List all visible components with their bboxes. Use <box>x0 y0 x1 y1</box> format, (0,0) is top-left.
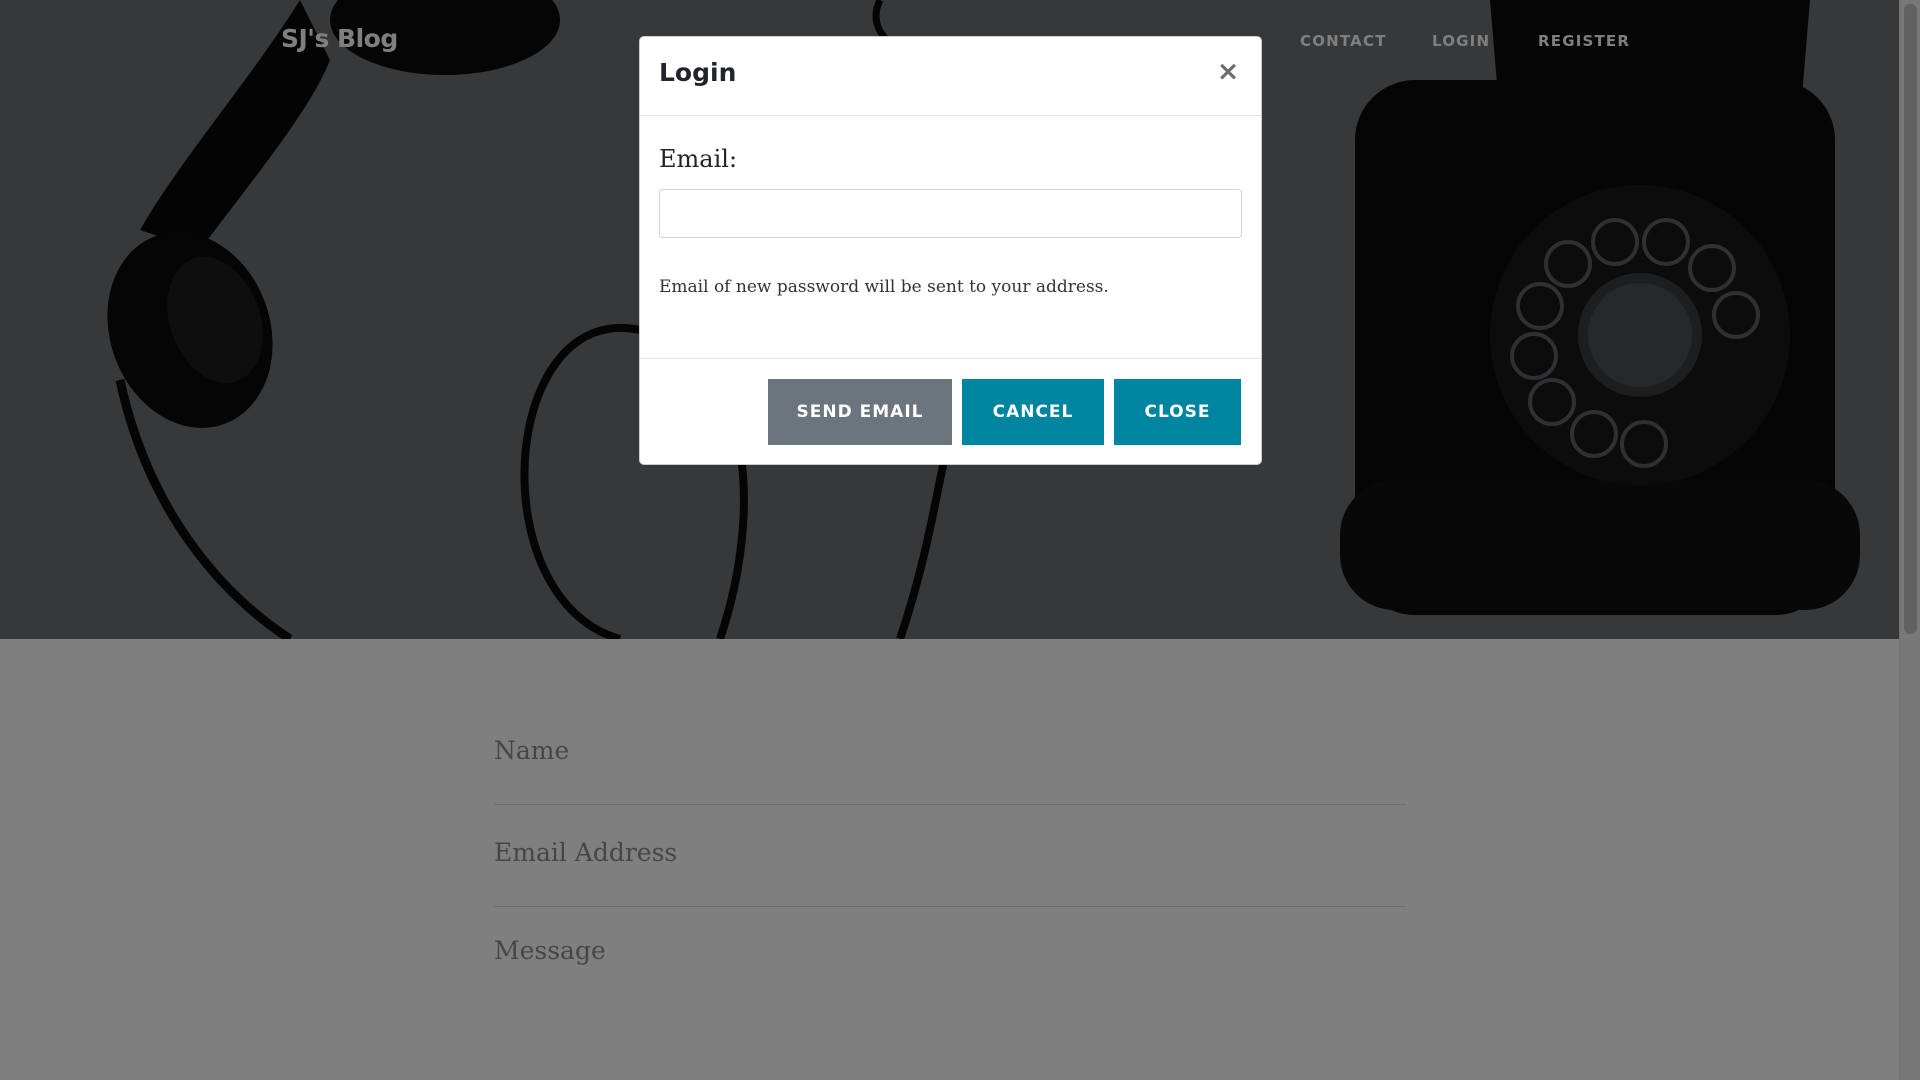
modal-footer: SEND EMAIL CANCEL CLOSE <box>640 358 1261 465</box>
send-email-button[interactable]: SEND EMAIL <box>768 379 952 445</box>
page: SJ's Blog CONTACT LOGIN REGISTER Name Em… <box>0 0 1920 1080</box>
modal-title: Login <box>659 58 737 87</box>
close-icon[interactable]: × <box>1213 55 1243 89</box>
close-button[interactable]: CLOSE <box>1114 379 1241 445</box>
email-input[interactable] <box>659 189 1242 238</box>
cancel-button[interactable]: CANCEL <box>962 379 1104 445</box>
help-text: Email of new password will be sent to yo… <box>659 277 1109 297</box>
modal-header: Login × <box>640 37 1261 116</box>
email-label: Email: <box>659 145 738 173</box>
login-modal: Login × Email: Email of new password wil… <box>639 36 1262 465</box>
